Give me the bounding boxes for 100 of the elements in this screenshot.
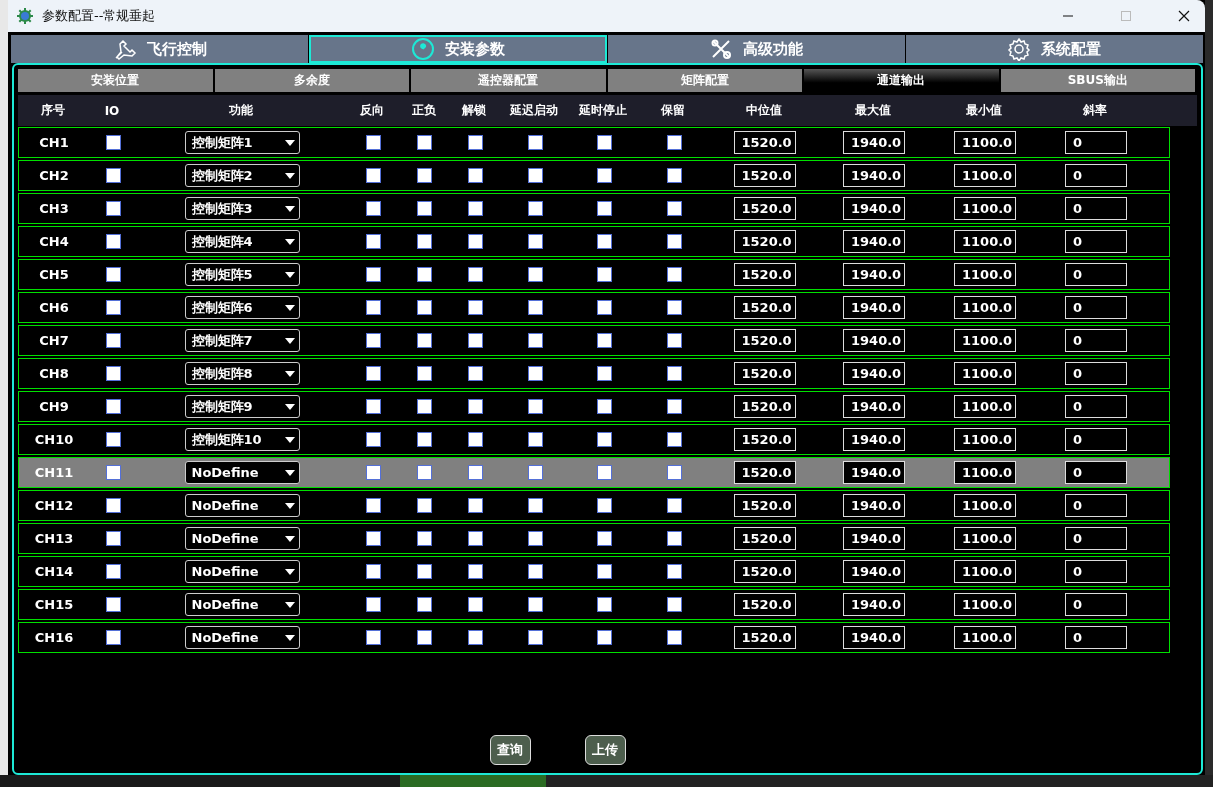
main-tab[interactable]: 飞行控制 xyxy=(11,35,309,63)
function-dropdown[interactable]: 控制矩阵6 xyxy=(184,296,300,319)
max-value-field[interactable]: 1940.0 xyxy=(843,428,905,451)
sub-tab[interactable]: 安装位置 xyxy=(18,69,213,92)
max-value-field[interactable]: 1940.0 xyxy=(843,164,905,187)
checkbox[interactable] xyxy=(365,300,381,315)
mid-value-field[interactable]: 1520.0 xyxy=(733,494,796,517)
checkbox[interactable] xyxy=(417,333,432,348)
function-dropdown[interactable]: 控制矩阵7 xyxy=(184,329,300,352)
checkbox[interactable] xyxy=(365,399,381,414)
min-value-field[interactable]: 1100.0 xyxy=(954,626,1016,649)
checkbox[interactable] xyxy=(666,399,682,414)
checkbox[interactable] xyxy=(467,432,483,447)
min-value-field[interactable]: 1100.0 xyxy=(954,131,1016,154)
checkbox[interactable] xyxy=(417,432,432,447)
checkbox[interactable] xyxy=(467,531,483,546)
slope-field[interactable]: 0 xyxy=(1065,395,1127,418)
query-button[interactable]: 查询 xyxy=(489,735,531,765)
main-tab[interactable]: 系统配置 xyxy=(905,35,1203,63)
checkbox[interactable] xyxy=(527,135,543,150)
checkbox[interactable] xyxy=(596,465,612,480)
checkbox[interactable] xyxy=(417,399,432,414)
checkbox[interactable] xyxy=(105,630,121,645)
checkbox[interactable] xyxy=(596,531,612,546)
function-dropdown[interactable]: 控制矩阵3 xyxy=(184,197,300,220)
checkbox[interactable] xyxy=(596,333,612,348)
min-value-field[interactable]: 1100.0 xyxy=(954,362,1016,385)
checkbox[interactable] xyxy=(105,399,121,414)
slope-field[interactable]: 0 xyxy=(1065,494,1127,517)
checkbox[interactable] xyxy=(105,366,121,381)
min-value-field[interactable]: 1100.0 xyxy=(954,593,1016,616)
table-row[interactable]: CH10 控制矩阵10 1520.0 1940.0 1100.0 0 xyxy=(18,424,1170,455)
function-dropdown[interactable]: 控制矩阵2 xyxy=(184,164,300,187)
checkbox[interactable] xyxy=(666,201,682,216)
checkbox[interactable] xyxy=(527,630,543,645)
max-value-field[interactable]: 1940.0 xyxy=(843,362,905,385)
slope-field[interactable]: 0 xyxy=(1065,197,1127,220)
table-row[interactable]: CH9 控制矩阵9 1520.0 1940.0 1100.0 0 xyxy=(18,391,1170,422)
function-dropdown[interactable]: NoDefine xyxy=(184,626,300,649)
mid-value-field[interactable]: 1520.0 xyxy=(733,461,796,484)
checkbox[interactable] xyxy=(365,597,381,612)
mid-value-field[interactable]: 1520.0 xyxy=(733,428,796,451)
checkbox[interactable] xyxy=(666,333,682,348)
table-row[interactable]: CH3 控制矩阵3 1520.0 1940.0 1100.0 0 xyxy=(18,193,1170,224)
mid-value-field[interactable]: 1520.0 xyxy=(733,395,796,418)
checkbox[interactable] xyxy=(527,300,543,315)
checkbox[interactable] xyxy=(365,498,381,513)
checkbox[interactable] xyxy=(467,234,483,249)
checkbox[interactable] xyxy=(417,630,432,645)
checkbox[interactable] xyxy=(417,234,432,249)
checkbox[interactable] xyxy=(467,498,483,513)
checkbox[interactable] xyxy=(467,333,483,348)
checkbox[interactable] xyxy=(105,333,121,348)
min-value-field[interactable]: 1100.0 xyxy=(954,461,1016,484)
checkbox[interactable] xyxy=(467,399,483,414)
checkbox[interactable] xyxy=(527,267,543,282)
function-dropdown[interactable]: 控制矩阵1 xyxy=(184,131,300,154)
min-value-field[interactable]: 1100.0 xyxy=(954,395,1016,418)
slope-field[interactable]: 0 xyxy=(1065,461,1127,484)
slope-field[interactable]: 0 xyxy=(1065,560,1127,583)
table-row[interactable]: CH4 控制矩阵4 1520.0 1940.0 1100.0 0 xyxy=(18,226,1170,257)
table-row[interactable]: CH14 NoDefine 1520.0 1940.0 1100.0 0 xyxy=(18,556,1170,587)
checkbox[interactable] xyxy=(596,432,612,447)
function-dropdown[interactable]: 控制矩阵9 xyxy=(184,395,300,418)
checkbox[interactable] xyxy=(365,333,381,348)
max-value-field[interactable]: 1940.0 xyxy=(843,626,905,649)
slope-field[interactable]: 0 xyxy=(1065,329,1127,352)
checkbox[interactable] xyxy=(527,234,543,249)
min-value-field[interactable]: 1100.0 xyxy=(954,296,1016,319)
checkbox[interactable] xyxy=(467,300,483,315)
slope-field[interactable]: 0 xyxy=(1065,362,1127,385)
checkbox[interactable] xyxy=(666,135,682,150)
max-value-field[interactable]: 1940.0 xyxy=(843,527,905,550)
max-value-field[interactable]: 1940.0 xyxy=(843,461,905,484)
checkbox[interactable] xyxy=(596,498,612,513)
checkbox[interactable] xyxy=(417,366,432,381)
checkbox[interactable] xyxy=(417,597,432,612)
checkbox[interactable] xyxy=(105,498,121,513)
checkbox[interactable] xyxy=(467,564,483,579)
max-value-field[interactable]: 1940.0 xyxy=(843,395,905,418)
min-value-field[interactable]: 1100.0 xyxy=(954,527,1016,550)
checkbox[interactable] xyxy=(596,597,612,612)
max-value-field[interactable]: 1940.0 xyxy=(843,296,905,319)
checkbox[interactable] xyxy=(596,267,612,282)
checkbox[interactable] xyxy=(527,366,543,381)
checkbox[interactable] xyxy=(365,234,381,249)
mid-value-field[interactable]: 1520.0 xyxy=(733,164,796,187)
min-value-field[interactable]: 1100.0 xyxy=(954,263,1016,286)
table-row[interactable]: CH12 NoDefine 1520.0 1940.0 1100.0 0 xyxy=(18,490,1170,521)
checkbox[interactable] xyxy=(105,267,121,282)
checkbox[interactable] xyxy=(596,201,612,216)
function-dropdown[interactable]: 控制矩阵10 xyxy=(184,428,300,451)
function-dropdown[interactable]: 控制矩阵8 xyxy=(184,362,300,385)
mid-value-field[interactable]: 1520.0 xyxy=(733,626,796,649)
checkbox[interactable] xyxy=(467,135,483,150)
checkbox[interactable] xyxy=(105,300,121,315)
mid-value-field[interactable]: 1520.0 xyxy=(733,362,796,385)
slope-field[interactable]: 0 xyxy=(1065,626,1127,649)
slope-field[interactable]: 0 xyxy=(1065,263,1127,286)
slope-field[interactable]: 0 xyxy=(1065,131,1127,154)
